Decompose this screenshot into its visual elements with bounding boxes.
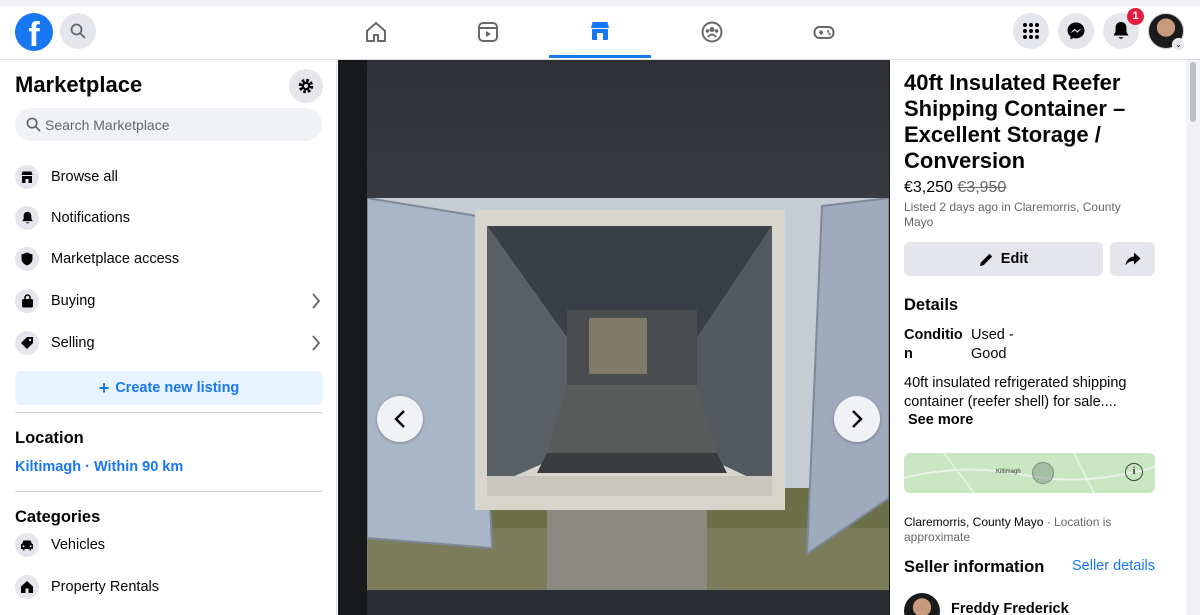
listing-photo	[367, 60, 889, 615]
notification-badge: 1	[1127, 8, 1144, 25]
pencil-icon	[979, 253, 992, 266]
map-town-label: Kiltimagh	[996, 469, 1021, 475]
home-icon	[366, 22, 386, 42]
chevron-right-icon	[312, 293, 321, 309]
condition-value: Used - Good	[971, 327, 1014, 362]
shield-icon	[15, 247, 39, 271]
groups-icon	[701, 21, 723, 43]
create-listing-label: Create new listing	[115, 380, 240, 396]
seller-details-link[interactable]: Seller details	[1072, 558, 1155, 574]
listing-details-panel: 40ft Insulated Reefer Shipping Container…	[890, 60, 1170, 615]
container-illustration	[367, 196, 889, 590]
chevron-right-icon	[312, 335, 321, 351]
sidebar-item-label: Browse all	[51, 169, 118, 185]
divider	[15, 491, 323, 492]
sidebar-item-buying[interactable]: Buying	[15, 283, 325, 319]
car-icon	[15, 533, 39, 557]
page-scrollbar[interactable]	[1186, 60, 1200, 615]
menu-button[interactable]	[1013, 13, 1049, 49]
listing-price: €3,250 €3,950	[904, 179, 1006, 197]
seller-avatar[interactable]	[904, 593, 940, 615]
photo-bottom-area	[367, 590, 889, 615]
share-button[interactable]	[1110, 242, 1155, 276]
store-icon	[15, 165, 39, 189]
category-item-property-rentals[interactable]: Property Rentals	[15, 569, 325, 605]
messenger-button[interactable]	[1058, 13, 1094, 49]
gear-icon	[298, 78, 314, 94]
approximate-location-circle	[1032, 462, 1054, 484]
location-text: Claremorris, County Mayo · Location is a…	[904, 515, 1154, 545]
search-icon	[26, 117, 41, 132]
tab-video[interactable]	[437, 6, 539, 58]
chevron-down-icon[interactable]: ⌄	[1172, 38, 1185, 51]
seller-name[interactable]: Freddy Frederick	[951, 601, 1069, 615]
sidebar-item-notifications[interactable]: Notifications	[15, 200, 325, 236]
location-filter-link[interactable]: Kiltimagh · Within 90 km	[15, 459, 183, 475]
video-icon	[478, 22, 498, 42]
messenger-icon	[1067, 22, 1085, 40]
share-icon	[1125, 252, 1140, 266]
info-icon[interactable]: i	[1125, 463, 1143, 481]
sidebar-item-label: Buying	[51, 293, 96, 309]
original-price: €3,950	[957, 179, 1007, 196]
search-input[interactable]	[45, 108, 315, 141]
category-label: Vehicles	[51, 537, 106, 553]
location-map[interactable]: Kiltimagh i	[904, 453, 1155, 493]
sidebar-item-browse-all[interactable]: Browse all	[15, 159, 325, 195]
scrollbar-thumb[interactable]	[1190, 62, 1196, 122]
edit-button[interactable]: Edit	[904, 242, 1103, 276]
top-navigation-bar: f 1 ⌄	[0, 0, 1200, 60]
categories-heading: Categories	[15, 508, 101, 526]
location-heading: Location	[15, 429, 84, 447]
category-label: Property Rentals	[51, 579, 159, 595]
current-price: €3,250	[904, 179, 953, 196]
location-town: Claremorris, County Mayo	[904, 515, 1044, 529]
listing-description: 40ft insulated refrigerated shipping con…	[904, 375, 1127, 410]
listing-photo-viewer	[338, 60, 890, 615]
tag-icon	[15, 331, 39, 355]
facebook-logo[interactable]: f	[15, 13, 53, 51]
photo-sky-area	[367, 60, 889, 198]
chevron-right-icon	[852, 410, 863, 428]
sidebar-item-marketplace-access[interactable]: Marketplace access	[15, 241, 325, 277]
page-title: Marketplace	[15, 72, 143, 97]
marketplace-sidebar: Marketplace Browse all Notifications Mar…	[0, 60, 337, 615]
search-button[interactable]	[60, 13, 96, 49]
gaming-icon	[813, 26, 835, 39]
listing-title: 40ft Insulated Reefer Shipping Container…	[904, 70, 1126, 173]
next-photo-button[interactable]	[834, 396, 880, 442]
bell-icon	[15, 206, 39, 230]
listed-info: Listed 2 days ago in Claremorris, County…	[904, 200, 1121, 229]
chevron-left-icon	[394, 410, 405, 428]
settings-button[interactable]	[289, 69, 323, 103]
tab-home[interactable]	[325, 6, 427, 58]
edit-label: Edit	[1000, 251, 1029, 267]
menu-grid-icon	[1023, 23, 1039, 39]
sidebar-item-label: Notifications	[51, 210, 130, 226]
photo-container-scene	[367, 196, 889, 590]
tab-marketplace[interactable]	[549, 6, 651, 58]
details-heading: Details	[904, 296, 959, 314]
category-item-vehicles[interactable]: Vehicles	[15, 527, 325, 563]
divider	[15, 412, 323, 413]
tab-gaming[interactable]	[773, 6, 875, 58]
create-new-listing-button[interactable]: + Create new listing	[15, 371, 323, 405]
bell-icon	[1113, 22, 1129, 39]
tab-groups[interactable]	[661, 6, 763, 58]
marketplace-icon	[591, 21, 609, 40]
plus-icon: +	[98, 378, 110, 398]
house-icon	[15, 575, 39, 599]
sidebar-item-selling[interactable]: Selling	[15, 325, 325, 361]
search-icon	[70, 23, 86, 39]
sidebar-item-label: Marketplace access	[51, 251, 180, 267]
search-marketplace[interactable]	[15, 108, 322, 141]
map-roads	[904, 453, 1155, 493]
shopping-bag-icon	[15, 289, 39, 313]
see-more-link[interactable]: See more	[908, 412, 973, 428]
seller-information-heading: Seller information	[904, 558, 1045, 576]
condition-label: Condition	[904, 327, 963, 362]
sidebar-item-label: Selling	[51, 335, 95, 351]
previous-photo-button[interactable]	[377, 396, 423, 442]
